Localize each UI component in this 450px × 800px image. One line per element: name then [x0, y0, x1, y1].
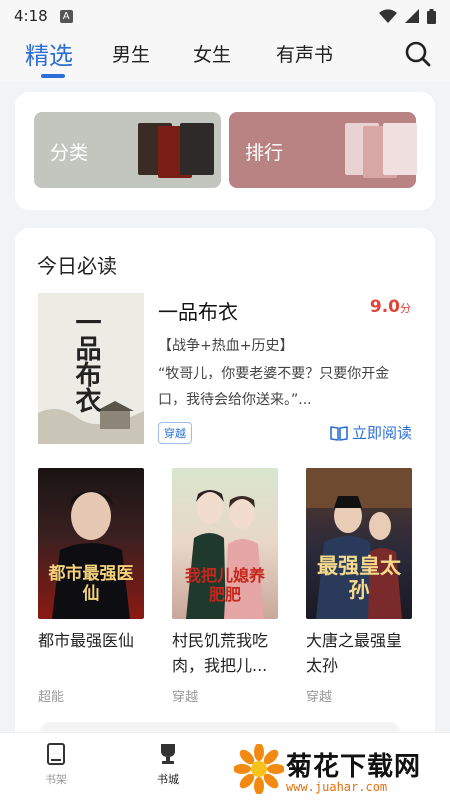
cellular-icon	[405, 9, 419, 23]
book-card[interactable]: 最强皇太孙 大唐之最强皇太孙 穿越	[306, 468, 414, 705]
book-genre-tag: 穿越	[306, 690, 333, 705]
nav-bookstore-label: 书城	[157, 773, 179, 786]
book-cover-title: 最强皇太孙	[317, 554, 401, 602]
tab-male[interactable]: 男生	[112, 40, 150, 67]
featured-tags: 【战争+热血+历史】	[158, 338, 294, 354]
featured-genre-badge: 穿越	[158, 422, 192, 444]
book-card[interactable]: 都市最强医仙 都市最强医仙 超能	[38, 468, 146, 705]
wifi-icon	[379, 9, 397, 23]
book-thumbnail	[383, 123, 417, 175]
top-navigation: 精选 男生 女生 有声书	[0, 32, 450, 82]
trophy-icon	[161, 744, 175, 764]
featured-book-title[interactable]: 一品布衣	[158, 296, 238, 325]
book-title: 村民饥荒我吃肉，我把儿...	[172, 631, 269, 675]
watermark: 菊花下载网 www.juahar.com	[234, 740, 444, 798]
featured-description: “牧哥儿，你要老婆不要？只要你开金口，我待会给你送来。”...	[158, 366, 390, 408]
status-icons	[379, 8, 436, 24]
book-card[interactable]: 我把儿媳养肥肥 村民饥荒我吃肉，我把儿... 穿越	[172, 468, 280, 705]
category-banner[interactable]: 分类	[34, 112, 221, 188]
featured-book-cover[interactable]: 一品布衣	[38, 293, 144, 444]
category-label: 分类	[50, 142, 89, 164]
status-bar: 4:18 A	[0, 0, 450, 32]
book-thumbnail	[180, 123, 214, 175]
score-unit: 分	[400, 302, 411, 315]
watermark-title: 菊花下载网	[286, 752, 422, 782]
book-cover: 最强皇太孙	[306, 468, 412, 619]
watermark-url: www.juahar.com	[286, 780, 388, 794]
read-now-label: 立即阅读	[351, 424, 412, 442]
battery-icon	[427, 8, 436, 24]
nav-bookstore[interactable]: 书城	[138, 741, 198, 787]
book-cover: 都市最强医仙	[38, 468, 144, 619]
nav-bookshelf[interactable]: 书架	[26, 741, 86, 787]
must-read-card: 今日必读 一品布衣 一品布衣 9.0分 【战争+热血+历史】 “牧哥儿，你要老婆…	[15, 228, 435, 758]
book-genre-tag: 超能	[38, 690, 65, 705]
bookshelf-icon	[47, 743, 65, 765]
ranking-banner[interactable]: 排行	[229, 112, 417, 188]
status-time: 4:18	[14, 7, 48, 25]
tab-featured[interactable]: 精选	[25, 36, 73, 71]
book-cover-title: 我把儿媳养肥肥	[184, 566, 265, 604]
ranking-label: 排行	[245, 142, 284, 164]
featured-cover-title: 一品布衣	[71, 309, 101, 413]
tab-female[interactable]: 女生	[193, 40, 231, 67]
quick-entry-card: 分类 排行	[15, 92, 435, 210]
book-cover: 我把儿媳养肥肥	[172, 468, 278, 619]
book-genre-tag: 穿越	[172, 690, 199, 705]
featured-score: 9.0分	[370, 297, 411, 317]
status-indicator-icon: A	[59, 9, 73, 23]
book-title: 大唐之最强皇太孙	[306, 631, 403, 675]
book-open-icon	[330, 425, 348, 441]
book-title: 都市最强医仙	[38, 631, 135, 650]
score-value: 9.0	[369, 297, 400, 317]
tab-audiobook[interactable]: 有声书	[276, 40, 333, 67]
book-cover-title: 都市最强医仙	[48, 564, 134, 604]
search-icon[interactable]	[404, 40, 432, 68]
active-tab-indicator	[41, 74, 65, 78]
flower-logo-icon	[234, 744, 284, 794]
read-now-button[interactable]: 立即阅读	[330, 422, 412, 443]
nav-bookshelf-label: 书架	[45, 773, 67, 786]
section-title: 今日必读	[37, 254, 117, 278]
